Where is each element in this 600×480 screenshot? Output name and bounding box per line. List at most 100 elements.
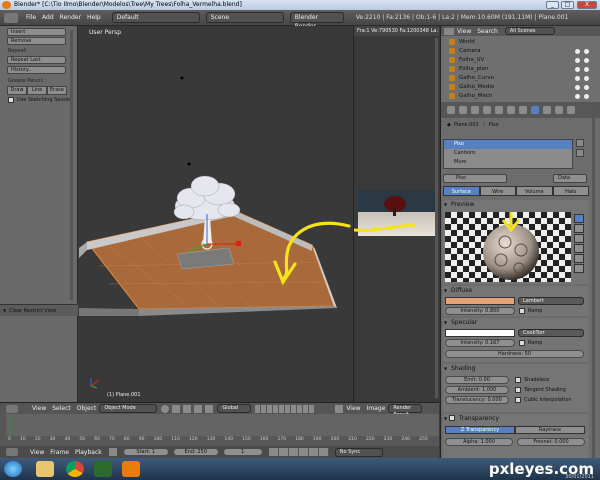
diffuse-shader-dropdown[interactable]: Lambert — [518, 297, 584, 305]
preview-plane-button[interactable] — [574, 224, 584, 233]
outliner-item[interactable]: World — [449, 38, 589, 46]
chrome-icon[interactable] — [66, 461, 84, 477]
image-view-menu[interactable]: View — [346, 405, 360, 412]
z-transparency-button[interactable]: Z Transparency — [445, 426, 515, 434]
menu-render[interactable]: Render — [60, 14, 81, 21]
cubic-interpolation-checkbox[interactable] — [515, 397, 521, 403]
translate-icon[interactable] — [194, 404, 203, 413]
ambient-field[interactable]: Ambient: 1.000 — [445, 386, 509, 394]
blender-taskbar-icon[interactable] — [122, 461, 140, 477]
image-editor-type-icon[interactable] — [335, 404, 344, 413]
timeline-playback-menu[interactable]: Playback — [75, 449, 102, 456]
raytrace-button[interactable]: Raytrace — [515, 426, 585, 434]
editor-type-icon[interactable] — [444, 27, 454, 35]
modifiers-tab-icon[interactable] — [507, 106, 515, 114]
draw-button[interactable]: Draw — [7, 86, 27, 95]
specular-header[interactable]: Specular — [443, 318, 589, 327]
outliner-display-dropdown[interactable]: All Scenes — [504, 27, 555, 35]
record-icon[interactable] — [108, 448, 117, 456]
viewport-view-menu[interactable]: View — [32, 405, 46, 412]
preview-sphere-button[interactable] — [574, 214, 584, 223]
tab-volume[interactable]: Volume — [516, 186, 553, 196]
preview-hair-button[interactable] — [574, 254, 584, 263]
preview-cube-button[interactable] — [574, 234, 584, 243]
tangent-shading-checkbox[interactable] — [515, 387, 521, 393]
visibility-eye-icon[interactable] — [575, 57, 580, 63]
fresnel-field[interactable]: Fresnel: 0.000 — [517, 438, 585, 446]
sync-mode-dropdown[interactable]: No Sync — [334, 447, 383, 457]
shading-header[interactable]: Shading — [443, 364, 589, 373]
outliner-view-menu[interactable]: View — [457, 28, 471, 35]
end-frame-field[interactable]: End: 250 — [172, 448, 219, 456]
diffuse-color-swatch[interactable] — [445, 297, 515, 305]
physics-tab-icon[interactable] — [567, 106, 575, 114]
particles-tab-icon[interactable] — [555, 106, 563, 114]
data-link-dropdown[interactable]: Data — [553, 174, 587, 183]
image-menu[interactable]: Image — [367, 405, 386, 412]
file-explorer-icon[interactable] — [36, 461, 54, 477]
specular-shader-dropdown[interactable]: CookTorr — [518, 329, 584, 337]
clear-restrict-panel[interactable]: ▼ Clear Restrict View — [0, 304, 78, 316]
app-icon[interactable] — [94, 461, 112, 477]
visibility-eye-icon[interactable] — [575, 93, 580, 99]
render-icon[interactable] — [584, 57, 589, 63]
outliner-item[interactable]: Folha_plan — [449, 65, 589, 73]
render-icon[interactable] — [584, 75, 589, 81]
render-result-dropdown[interactable]: Render Result — [388, 404, 423, 418]
editor-type-icon[interactable] — [6, 404, 18, 413]
preview-monkey-button[interactable] — [574, 244, 584, 253]
image-editor-scrollbar[interactable] — [435, 38, 438, 398]
viewport-object-menu[interactable]: Object — [77, 405, 97, 412]
editor-type-icon[interactable] — [4, 12, 18, 23]
3d-viewport[interactable]: User Persp (1) Plane.001 — [79, 26, 352, 402]
tab-wire[interactable]: Wire — [479, 186, 516, 196]
material-name-field[interactable]: Piso — [443, 174, 507, 183]
remove-slot-button[interactable] — [576, 149, 584, 157]
visibility-eye-icon[interactable] — [575, 48, 580, 54]
start-frame-field[interactable]: Start: 1 — [122, 448, 169, 456]
texture-tab-icon[interactable] — [543, 106, 551, 114]
constraints-tab-icon[interactable] — [495, 106, 503, 114]
viewport-select-menu[interactable]: Select — [52, 405, 71, 412]
transform-orientation-dropdown[interactable]: Global — [217, 404, 252, 413]
timeline[interactable]: 0 10 20 30 40 50 60 70 80 90 100 110 120 130 140 150 160… — [0, 414, 439, 446]
specular-intensity-field[interactable]: Intensity: 0.167 — [445, 339, 515, 347]
screen-layout-dropdown[interactable]: Default — [111, 12, 200, 23]
alpha-field[interactable]: Alpha: 1.000 — [445, 438, 513, 446]
layer-buttons[interactable] — [255, 404, 316, 413]
use-sketching-checkbox[interactable] — [8, 97, 14, 103]
properties-scrollbar[interactable] — [592, 106, 595, 458]
mode-dropdown[interactable]: Object Mode — [99, 404, 158, 413]
specular-color-swatch[interactable] — [445, 329, 515, 337]
minimize-button[interactable]: _ — [546, 1, 559, 9]
outliner-item[interactable]: Galho_Mech — [449, 92, 589, 100]
playback-controls[interactable] — [268, 448, 329, 456]
diffuse-intensity-field[interactable]: Intensity: 0.800 — [445, 307, 515, 315]
material-slot-item[interactable]: Canteiro — [444, 149, 572, 158]
outliner-item[interactable]: Galho_Medio — [449, 83, 589, 91]
outliner-item[interactable]: Galho_Curvo — [449, 74, 589, 82]
object-tab-icon[interactable] — [483, 106, 491, 114]
transparency-checkbox[interactable] — [449, 415, 455, 421]
render-engine-dropdown[interactable]: Blender Render — [289, 12, 344, 30]
render-icon[interactable] — [584, 66, 589, 72]
menu-add[interactable]: Add — [42, 14, 54, 21]
line-button[interactable]: Line — [27, 86, 47, 95]
manipulator-icon[interactable] — [183, 404, 192, 413]
render-icon[interactable] — [584, 93, 589, 99]
emit-field[interactable]: Emit: 0.00 — [445, 376, 509, 384]
timeline-view-menu[interactable]: View — [30, 449, 44, 456]
outliner-search-menu[interactable]: Search — [477, 28, 498, 35]
render-icon[interactable] — [584, 48, 589, 54]
visibility-eye-icon[interactable] — [575, 75, 580, 81]
timeline-frame-menu[interactable]: Frame — [50, 449, 69, 456]
world-tab-icon[interactable] — [471, 106, 479, 114]
preview-header[interactable]: Preview — [443, 200, 589, 209]
tab-halo[interactable]: Halo — [552, 186, 589, 196]
menu-file[interactable]: File — [26, 14, 36, 21]
add-slot-button[interactable] — [576, 139, 584, 147]
material-tab-icon[interactable] — [531, 106, 539, 114]
image-editor[interactable]: Fra:1 Ve:790530 Fa:1200348 La:1 — [353, 26, 439, 402]
material-slot-item[interactable]: Muro — [444, 158, 572, 167]
data-tab-icon[interactable] — [519, 106, 527, 114]
